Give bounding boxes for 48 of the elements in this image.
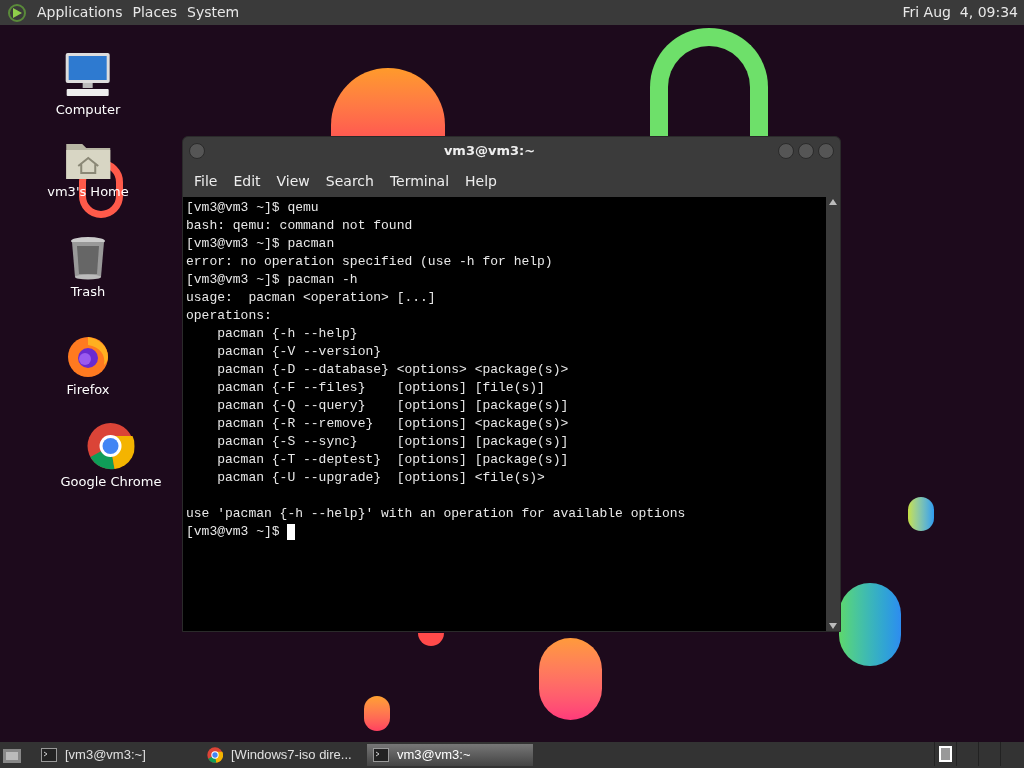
terminal-line: pacman {-V --version} <box>216 343 383 361</box>
terminal-line: pacman {-T --deptest} [options] [package(s)] <box>216 451 570 469</box>
taskbar-button[interactable]: [Windows7-iso dire... <box>201 744 367 766</box>
menu-item[interactable]: File <box>188 170 224 192</box>
terminal-line: [vm3@vm3 ~]$ pacman <box>186 235 336 253</box>
terminal-line: usage: pacman <operation> [...] <box>186 289 437 307</box>
terminal-line: [vm3@vm3 ~]$ qemu <box>186 199 320 217</box>
terminal-line: pacman {-U --upgrade} [options] <file(s)> <box>216 469 546 487</box>
taskbar-button[interactable]: [vm3@vm3:~] <box>35 744 201 766</box>
terminal-line: pacman {-R --remove} [options] <package(s)> <box>216 415 570 433</box>
terminal-line: use 'pacman {-h --help}' with an operation for available options <box>186 505 687 523</box>
menu-item[interactable]: Terminal <box>383 170 456 192</box>
menu-item[interactable]: Edit <box>227 170 267 192</box>
desktop-icon-label[interactable]: Computer <box>55 100 121 120</box>
terminal-line: error: no operation specified (use -h for help) <box>186 253 554 271</box>
scroll-down-arrow-icon[interactable] <box>829 623 837 629</box>
terminal-line: operations: <box>186 307 273 325</box>
panel-menu[interactable]: System <box>182 2 245 23</box>
terminal-line: pacman {-S --sync} [options] [package(s)] <box>216 433 570 451</box>
show-desktop-icon[interactable] <box>3 747 21 763</box>
terminal-line: pacman {-h --help} <box>216 325 359 343</box>
ball-drawing <box>418 633 444 646</box>
ball-drawing <box>364 696 390 731</box>
taskbar-button[interactable]: vm3@vm3:~ <box>367 744 533 766</box>
terminal-line: pacman {-F --files} [options] [file(s)] <box>216 379 546 397</box>
scroll-up-arrow-icon[interactable] <box>829 199 837 205</box>
cursor <box>287 524 296 540</box>
desktop-icon-label[interactable]: Firefox <box>66 380 110 400</box>
terminal-line: bash: qemu: command not found <box>186 217 414 235</box>
menu-item[interactable]: Help <box>459 170 503 192</box>
chrome-icon <box>207 747 223 763</box>
terminal-icon <box>41 748 57 762</box>
ball-drawing <box>908 497 934 531</box>
panel-menu[interactable]: Places <box>127 2 183 23</box>
distro-logo-icon[interactable] <box>8 3 26 22</box>
terminal-line: pacman {-Q --query} [options] [package(s)] <box>216 397 570 415</box>
menu-item[interactable]: View <box>270 170 316 192</box>
desktop-icon-label[interactable]: Google Chrome <box>60 472 162 492</box>
menu-item[interactable]: Search <box>319 170 380 192</box>
clock: Fri Aug 4, 09:34 <box>902 3 1018 22</box>
terminal-line: pacman {-D --database} <options> <package(s)> <box>216 361 570 379</box>
window-title: vm3@vm3:~ <box>442 142 537 161</box>
terminal-line: [vm3@vm3 ~]$ pacman -h <box>186 271 359 289</box>
desktop-icon-label[interactable]: Trash <box>70 282 106 302</box>
scrollbar[interactable] <box>826 197 840 631</box>
terminal-icon <box>373 748 389 762</box>
terminal-prompt: [vm3@vm3 ~]$ <box>186 523 281 541</box>
panel-menu[interactable]: Applications <box>32 2 128 23</box>
